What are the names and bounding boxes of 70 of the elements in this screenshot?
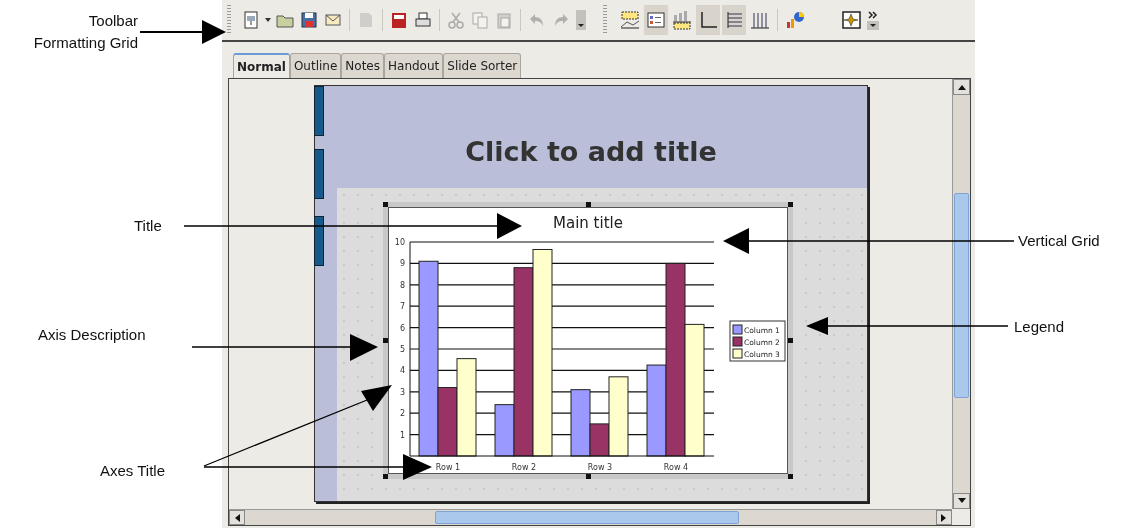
resize-handle[interactable]: [383, 202, 388, 207]
axis-label: Row 1: [435, 463, 461, 472]
callout-label: Title: [134, 216, 162, 236]
axis-label: 3: [399, 387, 405, 397]
resize-handle[interactable]: [383, 338, 388, 343]
slide-marker: [314, 149, 324, 199]
chart-type-icon: [784, 10, 806, 30]
document-icon: [241, 10, 261, 30]
axis-label: Row 2: [511, 463, 537, 472]
vertical-scrollbar[interactable]: [952, 79, 970, 509]
toolbar-grip[interactable]: [227, 5, 231, 35]
view-tab[interactable]: Normal: [233, 53, 290, 78]
callout-label: Vertical Grid: [1018, 231, 1100, 251]
printer-icon: [413, 10, 433, 30]
slide-marker: [314, 216, 324, 266]
axis-label: 7: [399, 302, 405, 312]
right-arrow-icon: [941, 513, 947, 522]
scroll-thumb[interactable]: [954, 193, 969, 398]
view-tab[interactable]: Outline: [289, 53, 342, 78]
resize-handle[interactable]: [788, 202, 793, 207]
view-tab[interactable]: Handout: [384, 53, 444, 78]
toolbar-button[interactable]: [644, 5, 668, 35]
axis-label: 5: [399, 345, 405, 354]
callout-label: Axis Description: [38, 325, 146, 345]
left-arrow-icon: [234, 513, 240, 522]
chart-title: Main title: [553, 214, 623, 232]
axis-label: 2: [399, 409, 405, 419]
scroll-thumb[interactable]: [435, 511, 739, 524]
axis-label: Row 3: [587, 463, 613, 472]
scroll-down-button[interactable]: [953, 493, 970, 509]
view-tab[interactable]: Slide Sorter: [443, 53, 522, 78]
resize-handle[interactable]: [788, 474, 793, 479]
save-icon: [299, 10, 319, 30]
cut-icon: [446, 10, 466, 30]
resize-handle[interactable]: [586, 202, 591, 207]
slide-marker: [314, 86, 324, 136]
axis-label: 10: [394, 238, 405, 247]
callout-label: Legend: [1014, 317, 1065, 337]
chevron-icon: [867, 10, 879, 30]
axis-label: 8: [399, 280, 405, 290]
callout-label: Toolbar Formatting Grid: [32, 11, 138, 53]
axis-label: Row 4: [663, 463, 689, 472]
horizontal-scrollbar[interactable]: [229, 509, 952, 525]
resize-handle[interactable]: [586, 474, 591, 479]
view-tab[interactable]: Notes: [341, 53, 384, 78]
legend-icon: [645, 10, 667, 30]
toolbar-grip[interactable]: [603, 5, 607, 35]
scroll-left-button[interactable]: [229, 510, 245, 525]
title-placeholder[interactable]: Click to add title: [465, 135, 717, 167]
up-arrow-icon: [957, 84, 966, 90]
caret-icon: [575, 10, 587, 30]
callout-label: Axes Title: [100, 461, 166, 481]
axis-label: 9: [399, 259, 405, 269]
vertical-grid-icon: [749, 10, 771, 30]
copy-icon: [470, 10, 490, 30]
down-arrow-icon: [957, 498, 966, 504]
scroll-right-button[interactable]: [936, 510, 952, 525]
axis-label: 1: [399, 430, 405, 440]
axis-label: 6: [399, 323, 405, 333]
pdf-icon: [389, 10, 409, 30]
sparkle-icon: [841, 10, 863, 30]
title-icon: [619, 10, 641, 30]
axis-labels-icon: [671, 10, 693, 30]
resize-handle[interactable]: [788, 338, 793, 343]
axis-label: 4: [399, 366, 405, 376]
resize-handle[interactable]: [383, 474, 388, 479]
paste-icon: [494, 10, 514, 30]
caret-icon: [265, 18, 271, 22]
scroll-up-button[interactable]: [953, 79, 970, 95]
toolbar-button[interactable]: [696, 5, 720, 35]
